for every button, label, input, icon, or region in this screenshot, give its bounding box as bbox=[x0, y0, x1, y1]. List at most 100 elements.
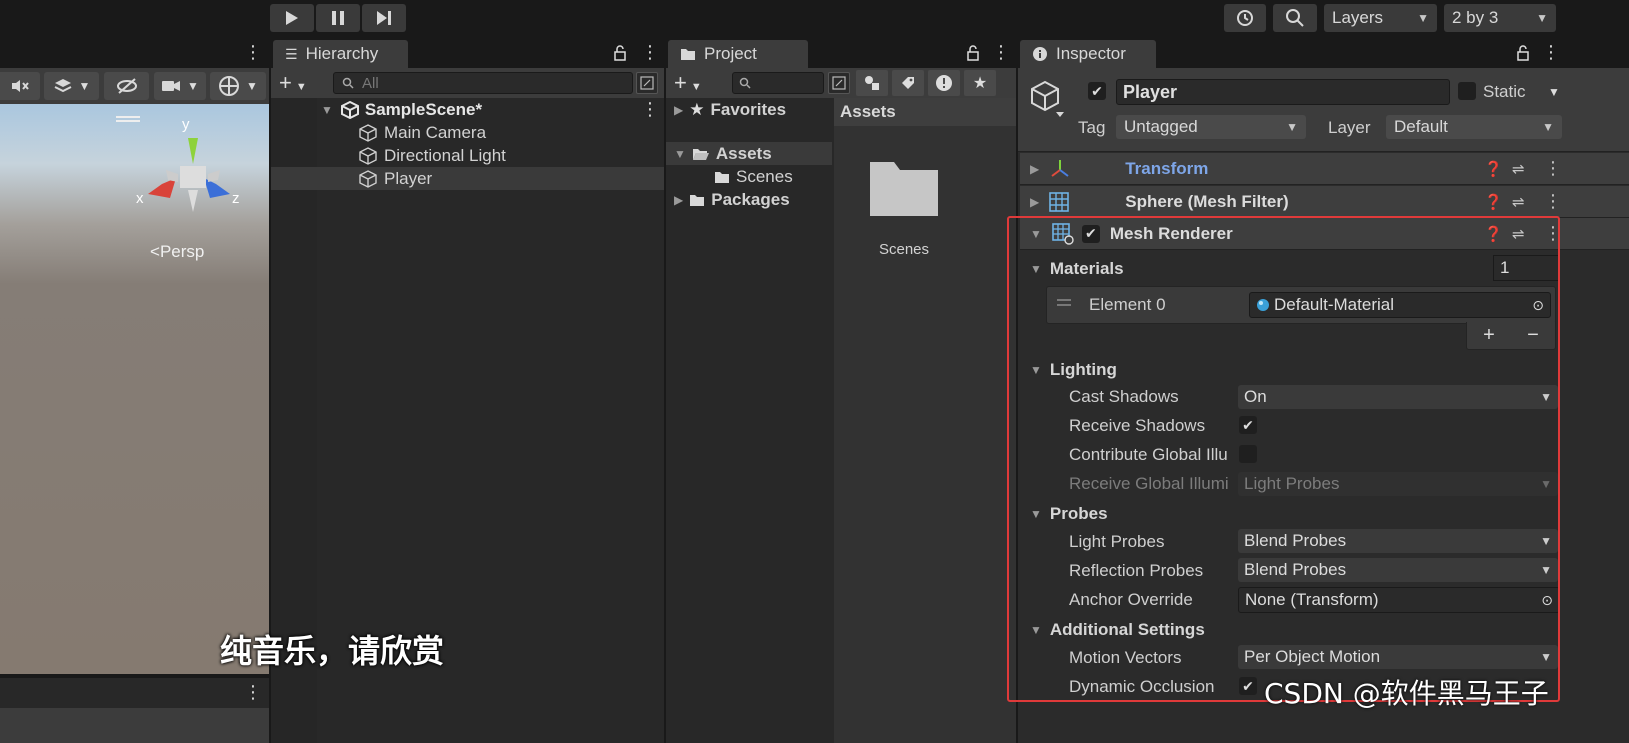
object-picker-icon[interactable]: ⊙ bbox=[1541, 592, 1553, 609]
create-button[interactable]: + ▼ bbox=[674, 70, 702, 96]
element-0-material-value: Default-Material bbox=[1274, 295, 1394, 314]
probes-section-header[interactable]: ▼ Probes bbox=[1020, 501, 1629, 527]
hierarchy-search-input[interactable]: All bbox=[333, 72, 633, 94]
gizmos-button[interactable]: ▼ bbox=[210, 72, 266, 100]
search-mode-button[interactable] bbox=[636, 72, 658, 94]
drag-handle[interactable] bbox=[116, 116, 140, 118]
assets-header-label: Assets bbox=[840, 102, 896, 121]
dynamic-occlusion-checkbox[interactable]: ✔ bbox=[1239, 677, 1257, 695]
help-icon[interactable]: ❓ bbox=[1484, 225, 1503, 243]
effects-toggle-button[interactable]: ▼ bbox=[44, 72, 99, 100]
more-menu-icon[interactable]: ⋮ bbox=[641, 42, 659, 63]
mesh-renderer-enabled-checkbox[interactable]: ✔ bbox=[1081, 224, 1100, 243]
help-icon[interactable]: ❓ bbox=[1484, 193, 1503, 211]
search-mode-button[interactable] bbox=[828, 72, 850, 94]
visibility-toggle-button[interactable] bbox=[104, 72, 149, 100]
pause-button[interactable] bbox=[316, 4, 360, 32]
favorites-button[interactable]: ★ bbox=[964, 70, 996, 96]
more-menu-icon[interactable]: ⋮ bbox=[1544, 158, 1562, 179]
tab-project[interactable]: Project bbox=[668, 40, 808, 68]
favorites-row[interactable]: ▶ ★ Favorites bbox=[666, 98, 832, 121]
lock-icon[interactable] bbox=[966, 45, 980, 61]
tag-dropdown[interactable]: Untagged ▼ bbox=[1116, 115, 1306, 139]
gameobject-cube-icon[interactable] bbox=[1030, 80, 1064, 118]
object-picker-icon[interactable]: ⊙ bbox=[1532, 297, 1544, 314]
hierarchy-item[interactable]: Directional Light bbox=[271, 144, 664, 167]
materials-count-field[interactable]: 1 bbox=[1493, 255, 1559, 281]
reorder-handle-icon[interactable] bbox=[1057, 299, 1071, 301]
step-button[interactable] bbox=[362, 4, 406, 32]
packages-row[interactable]: ▶ Packages bbox=[666, 188, 832, 211]
static-checkbox[interactable] bbox=[1458, 82, 1476, 100]
more-menu-icon[interactable]: ⋮ bbox=[244, 42, 262, 63]
assets-breadcrumb: Assets bbox=[834, 98, 1016, 126]
projection-toggle[interactable]: <Persp bbox=[150, 242, 204, 262]
camera-settings-button[interactable]: ▼ bbox=[154, 72, 206, 100]
add-element-button[interactable]: + bbox=[1483, 324, 1495, 347]
receive-gi-value: Light Probes bbox=[1244, 474, 1340, 493]
cast-shadows-dropdown[interactable]: On ▼ bbox=[1238, 385, 1558, 409]
anchor-override-field[interactable]: None (Transform) ⊙ bbox=[1238, 587, 1560, 613]
help-icon[interactable]: ❓ bbox=[1484, 160, 1503, 178]
light-probes-value: Blend Probes bbox=[1244, 531, 1347, 550]
more-menu-icon[interactable]: ⋮ bbox=[641, 99, 659, 120]
remove-element-button[interactable]: − bbox=[1527, 324, 1539, 347]
hierarchy-item-selected[interactable]: Player bbox=[271, 167, 664, 190]
checkmark-icon: ✔ bbox=[1085, 225, 1097, 241]
additional-settings-section-header[interactable]: ▼ Additional Settings bbox=[1020, 617, 1629, 643]
more-menu-icon[interactable]: ⋮ bbox=[992, 42, 1010, 63]
scene-row[interactable]: ▼ SampleScene* ⋮ bbox=[271, 98, 664, 121]
chevron-down-icon: ▼ bbox=[295, 81, 307, 93]
element-0-label: Element 0 bbox=[1089, 295, 1166, 314]
create-button[interactable]: + ▼ bbox=[279, 70, 307, 96]
layout-dropdown[interactable]: 2 by 3 ▼ bbox=[1444, 4, 1556, 32]
lighting-section-header[interactable]: ▼ Lighting bbox=[1020, 357, 1629, 383]
project-search-input[interactable] bbox=[732, 72, 824, 94]
more-menu-icon[interactable]: ⋮ bbox=[244, 682, 262, 703]
tab-hierarchy[interactable]: ☰ Hierarchy bbox=[273, 40, 408, 68]
lock-icon[interactable] bbox=[1516, 45, 1530, 61]
layers-dropdown-label: Layers bbox=[1332, 8, 1384, 27]
scenes-folder-row[interactable]: Scenes bbox=[666, 165, 832, 188]
static-dropdown-chevron-icon[interactable]: ▼ bbox=[1548, 85, 1560, 99]
assets-row[interactable]: ▼ Assets bbox=[666, 142, 832, 165]
active-checkbox[interactable]: ✔ bbox=[1088, 82, 1106, 100]
component-transform[interactable]: ▶ Transform ❓ ⇌ ⋮ bbox=[1020, 153, 1629, 185]
more-menu-icon[interactable]: ⋮ bbox=[1542, 42, 1560, 63]
component-mesh-renderer[interactable]: ▼ ✔ Mesh Renderer ❓ ⇌ ⋮ bbox=[1020, 218, 1629, 250]
anchor-override-label: Anchor Override bbox=[1069, 590, 1193, 609]
play-button[interactable] bbox=[270, 4, 314, 32]
hierarchy-tab-label: Hierarchy bbox=[305, 44, 379, 63]
component-mesh-filter[interactable]: ▶ Sphere (Mesh Filter) ❓ ⇌ ⋮ bbox=[1020, 186, 1629, 218]
layer-dropdown[interactable]: Default ▼ bbox=[1386, 115, 1562, 139]
element-0-material-field[interactable]: Default-Material ⊙ bbox=[1249, 292, 1551, 318]
audio-toggle-button[interactable] bbox=[0, 72, 40, 100]
drag-handle-line bbox=[116, 120, 140, 122]
filter-log-button[interactable] bbox=[928, 70, 960, 96]
light-probes-dropdown[interactable]: Blend Probes ▼ bbox=[1238, 529, 1558, 553]
more-menu-icon[interactable]: ⋮ bbox=[1544, 191, 1562, 212]
presets-icon[interactable]: ⇌ bbox=[1512, 160, 1525, 178]
lock-icon[interactable] bbox=[613, 45, 627, 61]
presets-icon[interactable]: ⇌ bbox=[1512, 225, 1525, 243]
list-add-remove-bar: + − bbox=[1466, 322, 1556, 350]
scene-viewport[interactable]: y x z <Persp bbox=[0, 104, 269, 674]
star-icon: ★ bbox=[689, 99, 705, 119]
reflection-probes-dropdown[interactable]: Blend Probes ▼ bbox=[1238, 558, 1558, 582]
filter-by-label-button[interactable] bbox=[892, 70, 924, 96]
more-menu-icon[interactable]: ⋮ bbox=[1544, 223, 1562, 244]
motion-vectors-dropdown[interactable]: Per Object Motion ▼ bbox=[1238, 645, 1558, 669]
contribute-gi-checkbox[interactable] bbox=[1239, 445, 1257, 463]
hierarchy-item-label: Player bbox=[384, 168, 433, 188]
hierarchy-item[interactable]: Main Camera bbox=[271, 121, 664, 144]
layers-dropdown[interactable]: Layers ▼ bbox=[1324, 4, 1437, 32]
tab-inspector[interactable]: Inspector bbox=[1020, 40, 1156, 68]
presets-icon[interactable]: ⇌ bbox=[1512, 193, 1525, 211]
receive-shadows-checkbox[interactable]: ✔ bbox=[1239, 416, 1257, 434]
history-button[interactable] bbox=[1224, 4, 1266, 32]
object-name-field[interactable]: Player bbox=[1116, 79, 1450, 105]
filter-by-type-button[interactable] bbox=[856, 70, 888, 96]
search-button[interactable] bbox=[1273, 4, 1317, 32]
asset-folder-scenes[interactable]: Scenes bbox=[864, 158, 944, 258]
history-icon bbox=[1237, 10, 1253, 26]
